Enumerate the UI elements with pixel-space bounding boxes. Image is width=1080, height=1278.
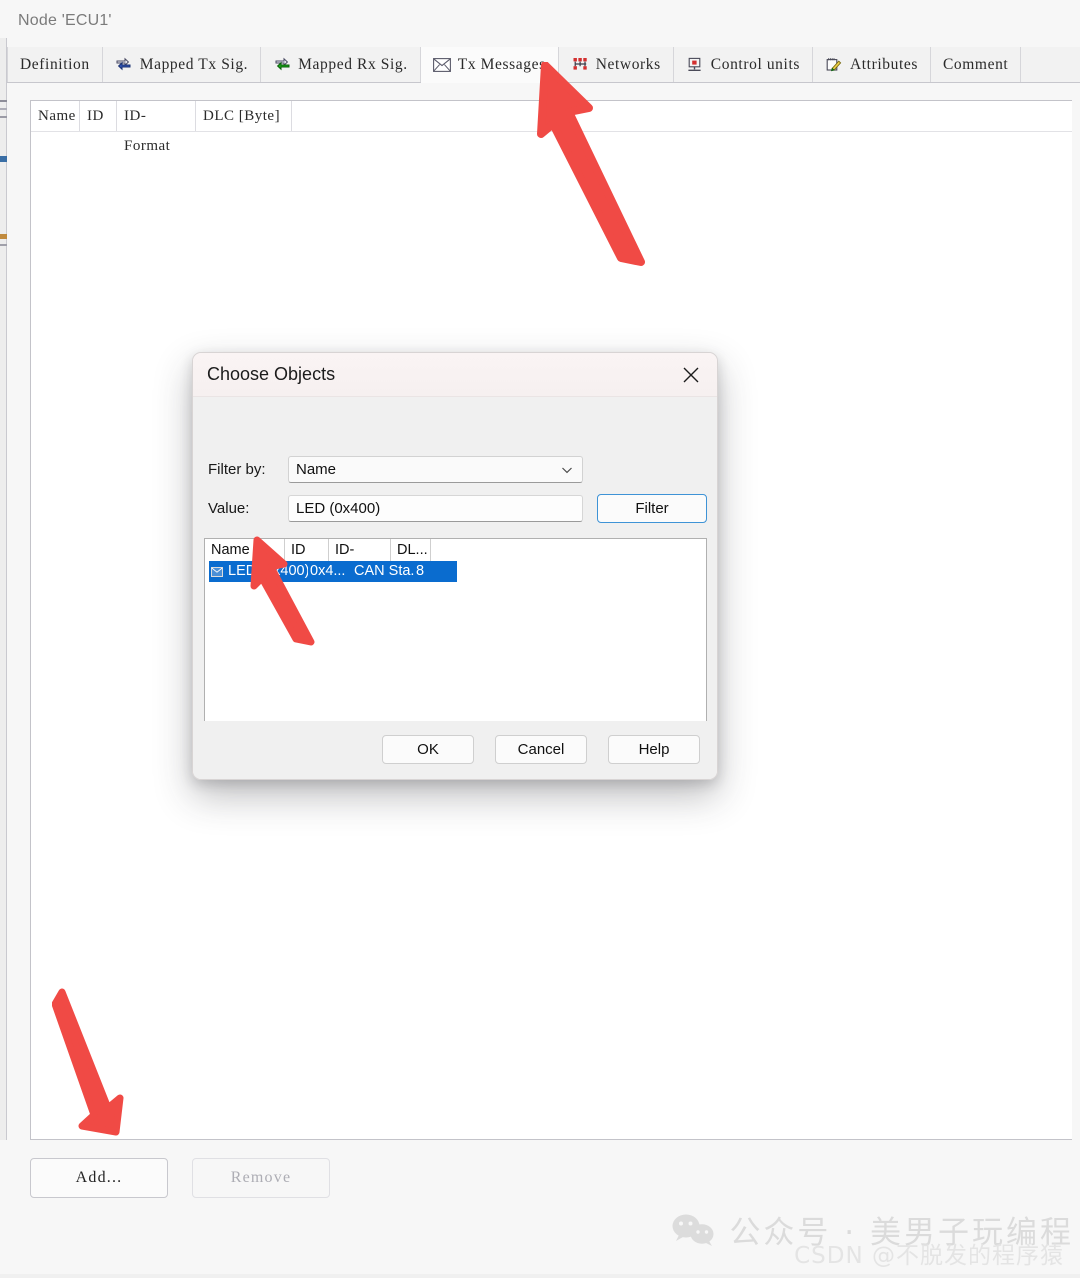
filter-by-select[interactable]: Name [288,456,583,483]
tab-label: Control units [710,55,800,73]
help-button[interactable]: Help [608,735,700,764]
window-title-bar: Node 'ECU1' [0,0,1080,46]
message-icon [209,566,225,577]
bottom-edge [0,1274,1080,1278]
watermark-subtext: CSDN @不脱发的程序猿 [794,1243,1064,1269]
ok-button[interactable]: OK [382,735,474,764]
list-item-dlc: 8 [416,563,425,579]
tab-label: Tx Messages [457,55,546,73]
tab-control-units[interactable]: Control units [673,47,813,82]
mapped-tx-sig-icon [115,56,133,74]
value-label: Value: [208,500,250,517]
tab-mapped-tx-sig[interactable]: Mapped Tx Sig. [102,47,262,82]
list-column-id[interactable]: ID [285,539,329,561]
grid-column-dlc[interactable]: DLC [Byte] [196,101,292,131]
add-button[interactable]: Add... [30,1158,168,1198]
left-tree-rail [0,38,7,1140]
dialog-title: Choose Objects [207,364,336,384]
mapped-rx-sig-icon [273,56,291,74]
tab-label: Mapped Tx Sig. [139,55,249,73]
tab-label: Definition [20,55,90,73]
choose-objects-dialog: Choose Objects Filter by: Name Value: LE… [192,352,718,780]
grid-header-divider [31,131,1072,132]
tab-mapped-rx-sig[interactable]: Mapped Rx Sig. [261,47,421,82]
list-item[interactable]: LED (0x400) 0x4... CAN Sta... 8 [209,561,457,582]
close-icon[interactable] [671,357,711,393]
filter-by-value: Name [296,461,337,478]
remove-button: Remove [192,1158,330,1198]
grid-header-row: Name ID ID-Format DLC [Byte] [31,101,292,154]
tab-strip: Definition Mapped Tx Sig. Mapped Rx Sig. [7,47,1080,83]
tab-attributes[interactable]: Attributes [812,47,931,82]
tab-label: Mapped Rx Sig. [298,55,408,73]
network-icon [571,56,589,74]
tab-networks[interactable]: Networks [558,47,674,82]
list-column-id-format[interactable]: ID-Format [329,539,391,561]
list-item-id: 0x4... [310,563,346,579]
wechat-icon [671,1213,717,1247]
grid-column-id[interactable]: ID [80,101,117,131]
tab-label: Comment [942,55,1009,73]
dialog-footer: OK Cancel Help [193,721,717,779]
value-input[interactable]: LED (0x400) [288,495,583,522]
envelope-icon [432,56,451,74]
tab-label: Attributes [849,55,918,73]
list-item-id-format: CAN Sta... [354,563,414,579]
grid-column-name[interactable]: Name [31,101,80,131]
tab-label: Networks [595,55,661,73]
tab-comment[interactable]: Comment [930,47,1022,82]
list-column-name[interactable]: Name [205,539,285,561]
cancel-button[interactable]: Cancel [495,735,587,764]
list-item-name: LED (0x400) [228,563,308,579]
control-unit-icon [686,56,704,74]
filter-by-label: Filter by: [208,461,266,478]
window-caption: Node 'ECU1' [18,12,112,29]
dialog-title-bar: Choose Objects [193,353,717,397]
list-column-dlc[interactable]: DL... [391,539,431,561]
grid-column-id-format[interactable]: ID-Format [117,101,196,154]
chevron-down-icon [561,464,573,476]
tab-definition[interactable]: Definition [7,47,103,82]
attributes-pencil-icon [825,56,843,74]
filter-button[interactable]: Filter [597,494,707,523]
panel-button-bar: Add... Remove [30,1158,330,1198]
list-header-row: Name ID ID-Format DL... [205,539,706,561]
app-window: Node 'ECU1' Definition Mapped Tx Sig. Ma… [0,0,1080,1278]
tab-tx-messages[interactable]: Tx Messages [420,47,559,83]
